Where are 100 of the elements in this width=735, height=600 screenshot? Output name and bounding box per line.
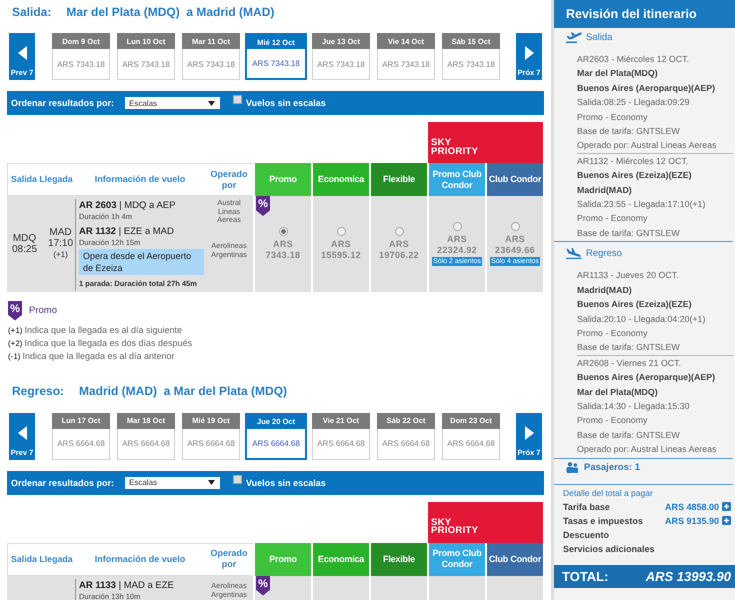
airport-code: MDQ [12, 232, 36, 244]
flight-number-route: AR 1133 | MAD a EZE [79, 580, 175, 592]
sky-priority-banner: SKY PRIORITY [428, 122, 543, 163]
sort-select[interactable]: Escalas [125, 476, 220, 488]
segment-header: AR2608 - Viernes 21 OCT. [577, 356, 682, 370]
section-label: Salida: [12, 4, 52, 18]
total-amount: ARS 13993.90 [646, 568, 731, 584]
section-label: Regreso: [12, 384, 64, 398]
checkbox-label[interactable]: Vuelos sin escalas [246, 98, 326, 108]
sort-select[interactable]: Escalas [125, 97, 220, 109]
promo-badge: % [256, 576, 270, 596]
flight-number-route: AR 2603 | MDQ a AEP [79, 200, 176, 212]
origin-airport: Buenos Aires (Ezeiza)(EZE) [577, 169, 693, 182]
legend-mark: (-1) [8, 352, 20, 360]
caret-down-icon [208, 100, 215, 106]
column-header: Información de vuelo [75, 542, 205, 576]
legend-label: Promo [29, 305, 57, 316]
plane-landing-icon [566, 248, 582, 259]
column-header: Salida Llegada [7, 542, 75, 576]
breakdown-title: Detalle del total a pagar [563, 486, 654, 500]
column-header: Operado por [205, 163, 253, 196]
destination-airport: Buenos Aires (Aeroparque)(AEP) [577, 82, 716, 95]
fare-radio[interactable] [336, 226, 346, 236]
plus-icon[interactable] [722, 516, 731, 526]
plus-icon[interactable] [722, 502, 731, 512]
itinerary-section-label: Regreso [586, 248, 622, 259]
legend-text: Indica que la llegada es dos días después [24, 338, 192, 348]
fare-column-header: Economica [311, 542, 369, 576]
segment-header: AR1132 - Miércoles 12 OCT. [577, 154, 690, 168]
legend-text: Indica que la llegada es al día siguiente [24, 324, 182, 334]
destination-airport: Buenos Aires (Ezeiza)(EZE) [577, 298, 693, 312]
flight-number-route: AR 1132 | EZE a MAD [79, 226, 175, 238]
fare-radio[interactable] [510, 222, 520, 231]
fare-basis: Base de tarifa: GNTSLEW [577, 125, 681, 138]
price-label: Tarifa base [563, 502, 610, 512]
fare-column-header: Flexible [369, 542, 427, 576]
fare-cell [369, 576, 427, 600]
fare-cell [427, 576, 485, 600]
departure-time: 08:25 [12, 244, 38, 255]
caret-left-icon [18, 46, 26, 60]
airport-note: Opera desde el Aeropuerto de Ezeiza [79, 248, 204, 274]
day-offset: (+1) [53, 249, 68, 260]
people-icon [566, 462, 578, 474]
fare-radio[interactable] [452, 222, 462, 231]
fare-price: ARS 15595.12 [321, 238, 361, 261]
fare-column-header: Flexible [369, 163, 427, 196]
flight-times: Salida:20:10 - Llegada:04:20(+1) [577, 312, 706, 326]
caret-down-icon [208, 480, 215, 485]
fare-price: ARS 19706.22 [379, 238, 419, 261]
checkbox[interactable] [233, 95, 242, 104]
sidebar-header: Revisión del itinerario [554, 0, 735, 28]
fare-column-header: Club Condor [485, 163, 543, 196]
fare-price: ARS 7343.18 [266, 238, 300, 261]
fare-column-header: Economica [311, 163, 369, 196]
route-title: Madrid (MAD) a Mar del Plata (MDQ) [79, 384, 288, 398]
promo-badge: % [256, 196, 270, 216]
sky-priority-banner: SKY PRIORITY [428, 502, 543, 542]
plane-takeoff-icon [566, 32, 582, 42]
operator-text: Operado por: Austral Lineas Aereas [577, 443, 718, 456]
operator-text: Operado por: Austral Lineas Aereas [577, 139, 718, 152]
price-label: Tasas e impuestos [563, 516, 643, 526]
fare-basis: Base de tarifa: GNTSLEW [577, 428, 681, 442]
column-header: Salida Llegada [7, 163, 75, 196]
fare-column-header: Promo Club Condor [427, 163, 485, 196]
destination-airport: Mar del Plata(MDQ) [577, 386, 659, 399]
flight-times: Salida:14:30 - Llegada:15:30 [577, 400, 690, 413]
checkbox-label[interactable]: Vuelos sin escalas [246, 478, 326, 488]
fare-class: Promo - Economy [577, 414, 648, 428]
arrival-time: 17:10 [48, 238, 74, 250]
fare-basis: Base de tarifa: GNTSLEW [577, 226, 681, 240]
checkbox[interactable] [233, 474, 242, 484]
price-amount: ARS 4858.00 [664, 502, 719, 512]
passengers-label: Pasajeros: 1 [584, 462, 640, 474]
column-header: Información de vuelo [75, 163, 205, 196]
fare-price: ARS 23649.66 [495, 234, 535, 256]
fare-column-header: Promo [253, 163, 311, 196]
legend-mark: (+2) [8, 338, 22, 348]
legend-text: Indica que la llegada es al día anterior [22, 350, 175, 360]
airport-code: MAD [49, 227, 72, 238]
fare-radio[interactable] [278, 226, 288, 236]
promo-badge: % [8, 300, 22, 320]
destination-airport: Madrid(MAD) [577, 184, 633, 197]
caret-right-icon [524, 426, 534, 440]
segment-header: AR1133 - Jueves 20 OCT. [577, 269, 680, 282]
total-label: TOTAL: [562, 568, 608, 584]
flight-times: Salida:08:25 - Llegada:09:29 [577, 96, 690, 110]
fare-column-header: Promo [253, 542, 311, 576]
column-header: Operado por [205, 542, 253, 576]
caret-right-icon [524, 46, 534, 60]
sort-label: Ordenar resultados por: [11, 98, 116, 108]
sort-label: Ordenar resultados por: [11, 478, 116, 488]
origin-airport: Buenos Aires (Aeroparque)(AEP) [577, 371, 716, 384]
price-label: Descuento [563, 530, 610, 540]
segment-header: AR2603 - Miércoles 12 OCT. [577, 53, 690, 66]
fare-class: Promo - Economy [577, 326, 648, 340]
route-title: Mar del Plata (MDQ) a Madrid (MAD) [66, 4, 274, 18]
itinerary-section-label: Salida [586, 32, 612, 42]
fare-class: Promo - Economy [577, 110, 648, 124]
caret-left-icon [18, 426, 26, 440]
fare-radio[interactable] [394, 226, 404, 236]
